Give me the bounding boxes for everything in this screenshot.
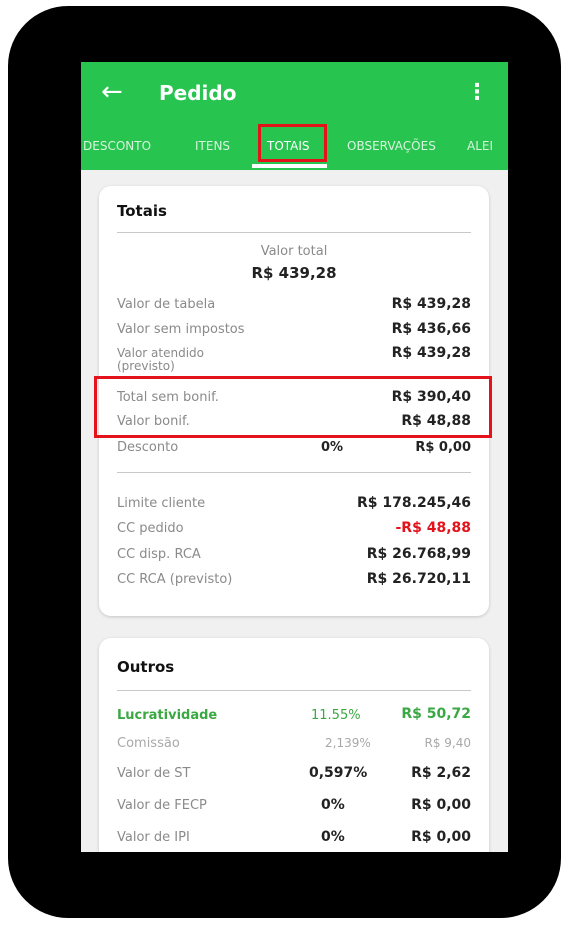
row-label: Limite cliente (117, 496, 206, 511)
row-percent: 0,597% (309, 765, 368, 781)
bonificacao-highlight-box (94, 376, 492, 438)
tab-highlight-box (258, 124, 327, 162)
row-label: Valor sem impostos (117, 322, 245, 337)
row-value: R$ 439,28 (391, 296, 471, 312)
row-percent: 2,139% (325, 736, 371, 750)
valor-total-label: Valor total (260, 244, 328, 259)
tab-observacoes[interactable]: OBSERVAÇÕES (347, 134, 436, 158)
row-percent: 11.55% (311, 708, 361, 723)
divider (117, 232, 471, 233)
row-value: R$ 0,00 (411, 797, 471, 813)
more-options-icon[interactable]: ⋮ (466, 78, 488, 108)
active-tab-indicator (252, 164, 327, 168)
tab-desconto[interactable]: DESCONTO (83, 134, 151, 158)
row-percent: 0% (321, 829, 345, 845)
row-label: Valor de ST (117, 766, 191, 781)
row-label: Valor de tabela (117, 297, 216, 312)
row-value: R$ 50,72 (401, 706, 471, 722)
row-value: R$ 26.768,99 (366, 546, 471, 562)
outros-title: Outros (117, 658, 175, 676)
row-label: CC pedido (117, 521, 184, 536)
totais-title: Totais (117, 202, 167, 220)
row-label: Valor de FECP (117, 798, 207, 813)
outros-card: Outros Lucratividade 11.55% R$ 50,72 Com… (99, 638, 489, 852)
row-label: Desconto (117, 440, 179, 455)
row-value: R$ 436,66 (391, 321, 471, 337)
divider (117, 472, 471, 473)
row-value: R$ 0,00 (411, 829, 471, 845)
row-value-negative: -R$ 48,88 (395, 520, 472, 536)
page-title: Pedido (159, 81, 237, 105)
row-label: Lucratividade (117, 708, 218, 723)
row-value: R$ 26.720,11 (366, 571, 471, 587)
row-percent: 0% (321, 440, 344, 455)
row-label: CC disp. RCA (117, 547, 201, 562)
row-label: CC RCA (previsto) (117, 572, 233, 587)
phone-frame: ← Pedido ⋮ DESCONTO ITENS TOTAIS OBSERVA… (8, 6, 561, 918)
row-label: Valor de IPI (117, 830, 190, 845)
app-screen: ← Pedido ⋮ DESCONTO ITENS TOTAIS OBSERVA… (81, 62, 508, 852)
app-bar: ← Pedido ⋮ DESCONTO ITENS TOTAIS OBSERVA… (81, 62, 508, 170)
row-value: R$ 2,62 (411, 765, 471, 781)
tab-alei[interactable]: ALEI (467, 134, 493, 158)
tab-itens[interactable]: ITENS (195, 134, 230, 158)
row-label-sub: (previsto) (117, 359, 175, 373)
row-value: R$ 9,40 (424, 736, 471, 750)
row-value: R$ 178.245,46 (357, 495, 471, 511)
row-value: R$ 0,00 (415, 440, 471, 455)
row-label: Comissão (117, 736, 180, 751)
row-value: R$ 439,28 (391, 345, 471, 361)
divider (117, 690, 471, 691)
valor-total-value: R$ 439,28 (251, 264, 337, 282)
back-arrow-icon[interactable]: ← (101, 76, 123, 108)
row-percent: 0% (321, 797, 345, 813)
